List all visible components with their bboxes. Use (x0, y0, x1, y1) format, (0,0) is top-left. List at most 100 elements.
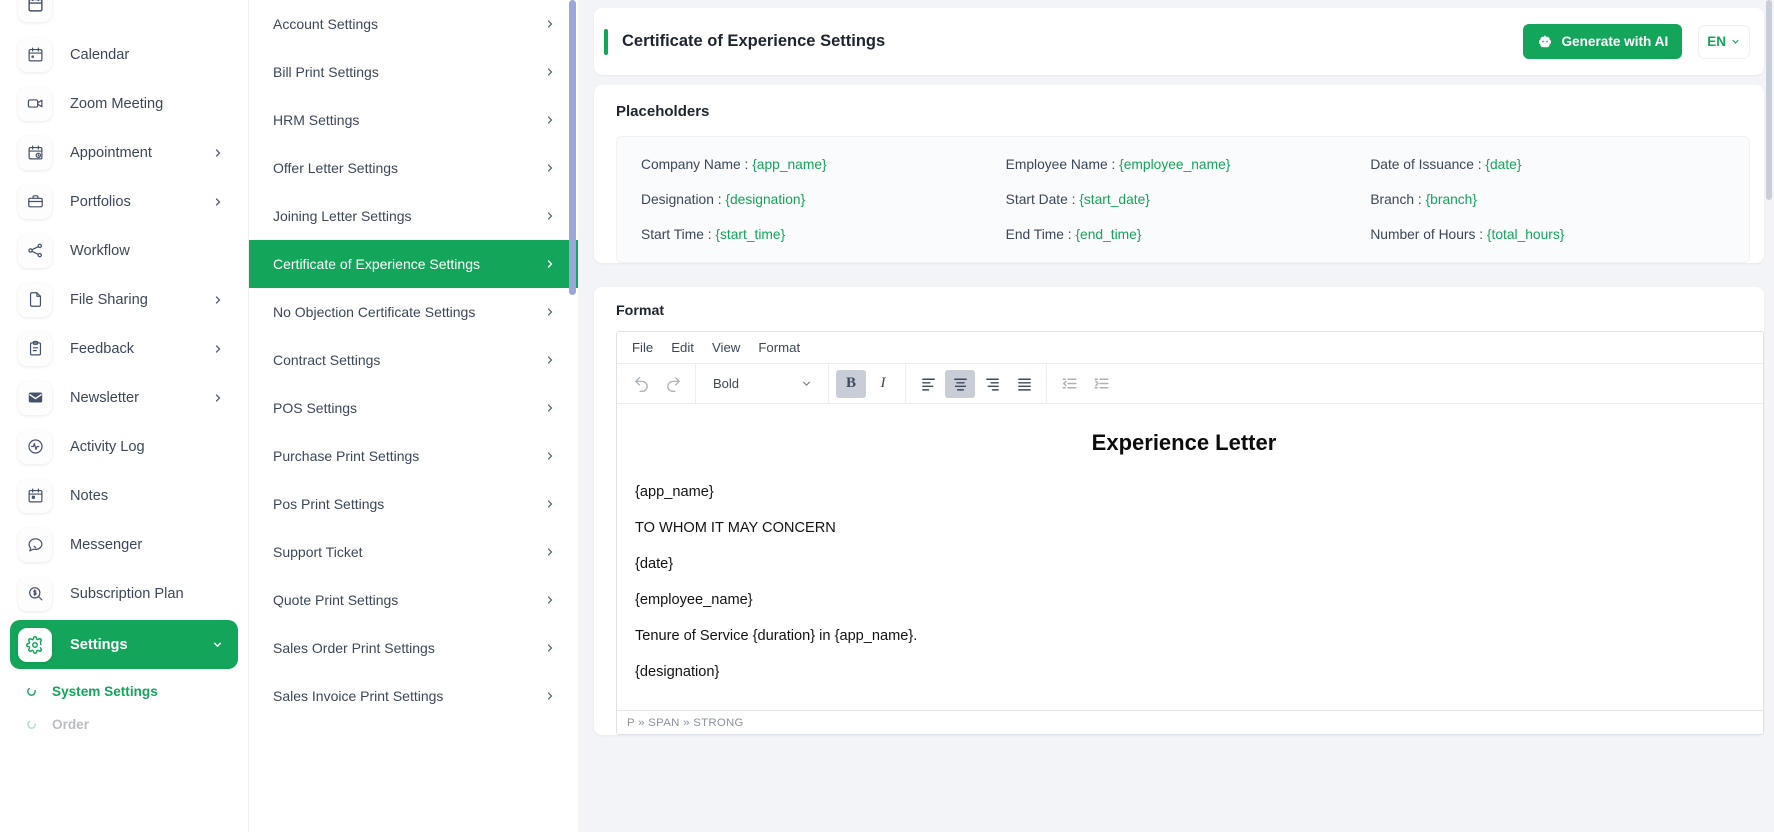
magnifier-dollar-icon (18, 577, 52, 611)
sidebar-item-label: Notes (70, 488, 230, 504)
settings-item-joining-letter-settings[interactable]: Joining Letter Settings (249, 192, 578, 240)
settings-item-quote-print-settings[interactable]: Quote Print Settings (249, 576, 578, 624)
document-paragraph: {designation} (635, 664, 1733, 680)
sidebar-item-zoom-meeting[interactable]: Zoom Meeting (10, 79, 238, 128)
sidebar-item-file-sharing[interactable]: File Sharing (10, 275, 238, 324)
chevron-right-icon (544, 690, 556, 702)
sidebar-item-activity-log[interactable]: Activity Log (10, 422, 238, 471)
placeholder-value: {total_hours} (1487, 227, 1564, 242)
document-paragraph: {employee_name} (635, 592, 1733, 608)
placeholder-label: Date of Issuance : (1370, 157, 1481, 172)
sidebar-item-notes[interactable]: Notes (10, 471, 238, 520)
sidebar-item-label: Zoom Meeting (70, 96, 230, 112)
align-justify-icon[interactable] (1009, 370, 1039, 398)
toolbar-group-textstyle: B I (829, 364, 906, 404)
sidebar-sub-item-system-settings[interactable]: System Settings (0, 669, 248, 713)
chevron-right-icon (544, 642, 556, 654)
document-paragraph: TO WHOM IT MAY CONCERN (635, 520, 1733, 536)
gear-icon (18, 628, 52, 662)
placeholder-item: Number of Hours : {total_hours} (1370, 227, 1725, 242)
editor-menu-file[interactable]: File (623, 336, 662, 359)
sidebar-item-messenger[interactable]: Messenger (10, 520, 238, 569)
settings-item-hrm-settings[interactable]: HRM Settings (249, 96, 578, 144)
sidebar-sub-label-partial: Order (52, 717, 89, 732)
redo-icon[interactable] (658, 370, 688, 398)
chevron-right-icon (544, 162, 556, 174)
editor-menu-format[interactable]: Format (749, 336, 809, 359)
settings-item-bill-print-settings[interactable]: Bill Print Settings (249, 48, 578, 96)
sidebar-item-label: Newsletter (70, 390, 212, 406)
briefcase-icon (18, 185, 52, 219)
sidebar-item-subscription-plan[interactable]: Subscription Plan (10, 569, 238, 618)
sidebar-sub-item-partial[interactable]: Order (0, 713, 248, 735)
align-center-icon[interactable] (945, 370, 975, 398)
sidebar-item-label: Portfolios (70, 194, 212, 210)
bold-button[interactable]: B (836, 370, 866, 398)
settings-item-label: No Objection Certificate Settings (273, 304, 475, 320)
align-left-icon[interactable] (913, 370, 943, 398)
calendar-clock-icon (18, 136, 52, 170)
spinner-dot-icon (24, 717, 38, 731)
page-header-card: Certificate of Experience Settings Gener… (594, 8, 1764, 75)
italic-button[interactable]: I (868, 370, 898, 398)
sidebar-item-appointment[interactable]: Appointment (10, 128, 238, 177)
editor-menu-view[interactable]: View (703, 336, 749, 359)
placeholder-item: Company Name : {app_name} (641, 157, 996, 172)
sidebar-item-portfolios[interactable]: Portfolios (10, 177, 238, 226)
indent-icon[interactable] (1086, 370, 1116, 398)
settings-item-pos-print-settings[interactable]: Pos Print Settings (249, 480, 578, 528)
language-selector[interactable]: EN (1698, 25, 1750, 59)
settings-scrollbar-thumb[interactable] (569, 0, 576, 295)
align-right-icon[interactable] (977, 370, 1007, 398)
placeholder-label: Branch : (1370, 192, 1421, 207)
editor-toolbar: Bold B I (617, 364, 1763, 404)
sidebar-item-newsletter[interactable]: Newsletter (10, 373, 238, 422)
settings-item-sales-order-print-settings[interactable]: Sales Order Print Settings (249, 624, 578, 672)
document-paragraph: {date} (635, 556, 1733, 572)
toolbar-group-style: Bold (696, 364, 829, 404)
settings-menu-list: Account SettingsBill Print SettingsHRM S… (249, 0, 578, 720)
sidebar-sub-list: System Settings (0, 669, 248, 713)
sidebar-item-feedback[interactable]: Feedback (10, 324, 238, 373)
document-icon (18, 283, 52, 317)
sidebar-item-label: Subscription Plan (70, 586, 230, 602)
sidebar-item-calendar[interactable]: Calendar (10, 30, 238, 79)
placeholders-card: Placeholders Company Name : {app_name}Em… (594, 85, 1764, 263)
settings-item-certificate-of-experience-settings[interactable]: Certificate of Experience Settings (249, 240, 578, 288)
settings-item-account-settings[interactable]: Account Settings (249, 0, 578, 48)
sidebar-item-label: Activity Log (70, 439, 230, 455)
chevron-down-icon (1730, 36, 1741, 47)
generate-with-ai-button[interactable]: Generate with AI (1523, 24, 1682, 59)
placeholder-value: {employee_name} (1119, 157, 1230, 172)
bold-label: B (846, 375, 856, 392)
page-title: Certificate of Experience Settings (622, 32, 1523, 51)
paragraph-style-select[interactable]: Bold (703, 370, 821, 398)
chat-bubble-icon (18, 528, 52, 562)
settings-item-purchase-print-settings[interactable]: Purchase Print Settings (249, 432, 578, 480)
settings-item-label: Quote Print Settings (273, 592, 398, 608)
settings-item-contract-settings[interactable]: Contract Settings (249, 336, 578, 384)
chevron-right-icon (544, 210, 556, 222)
settings-item-pos-settings[interactable]: POS Settings (249, 384, 578, 432)
placeholder-value: {date} (1485, 157, 1521, 172)
main-scrollbar-thumb[interactable] (1766, 0, 1772, 200)
chevron-right-icon (544, 546, 556, 558)
sidebar-item-label: Appointment (70, 145, 212, 161)
outdent-icon[interactable] (1054, 370, 1084, 398)
settings-item-no-objection-certificate-settings[interactable]: No Objection Certificate Settings (249, 288, 578, 336)
settings-item-label: Purchase Print Settings (273, 448, 419, 464)
sidebar-item-settings[interactable]: Settings (10, 620, 238, 669)
settings-item-label: Joining Letter Settings (273, 208, 412, 224)
placeholder-item: Start Date : {start_date} (1006, 192, 1361, 207)
settings-item-support-ticket[interactable]: Support Ticket (249, 528, 578, 576)
editor-menu-edit[interactable]: Edit (662, 336, 703, 359)
placeholder-item: End Time : {end_time} (1006, 227, 1361, 242)
sidebar-partial-top-item (0, 0, 248, 30)
chevron-right-icon (544, 402, 556, 414)
undo-icon[interactable] (626, 370, 656, 398)
settings-item-offer-letter-settings[interactable]: Offer Letter Settings (249, 144, 578, 192)
settings-item-sales-invoice-print-settings[interactable]: Sales Invoice Print Settings (249, 672, 578, 720)
sidebar-item-workflow[interactable]: Workflow (10, 226, 238, 275)
sidebar-item-above[interactable] (10, 0, 238, 29)
editor-content-area[interactable]: Experience Letter {app_name}TO WHOM IT M… (617, 404, 1763, 710)
